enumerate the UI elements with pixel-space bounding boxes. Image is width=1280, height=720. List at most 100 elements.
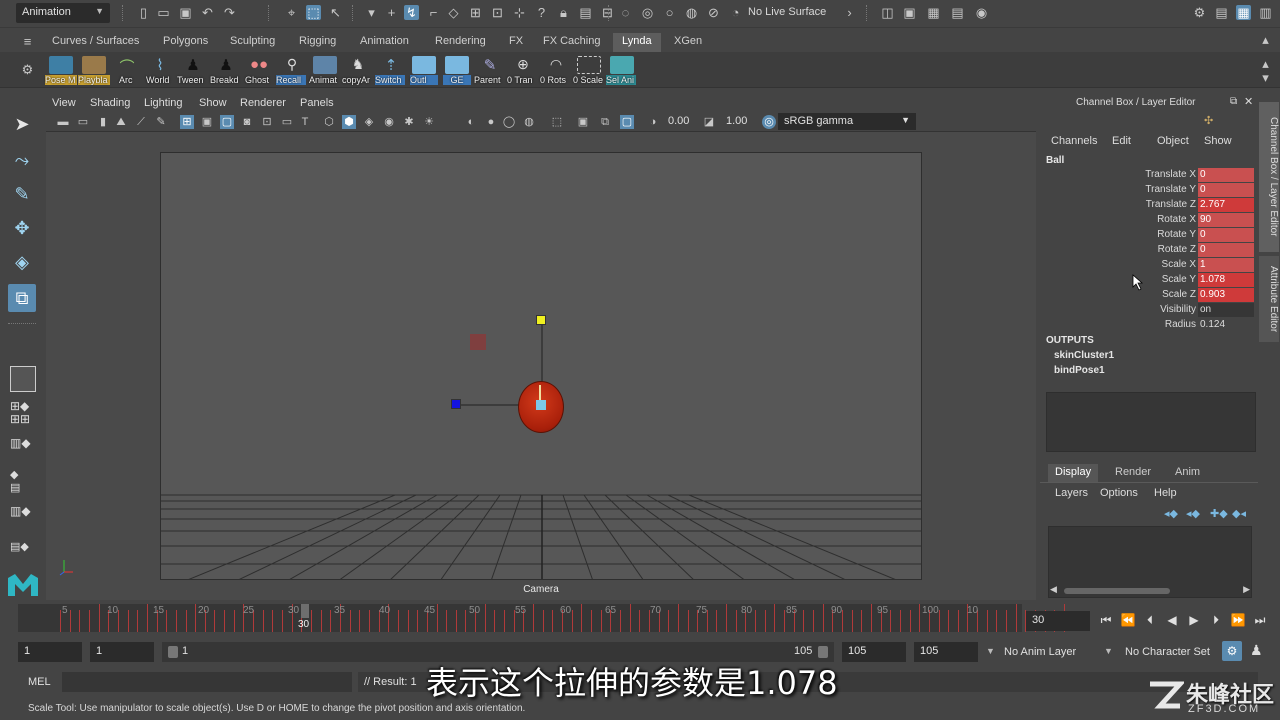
shelf-button-recall[interactable]: ⚲ Recall — [276, 55, 308, 85]
shelf-options-icon[interactable]: ⚙ — [20, 62, 35, 77]
grease-pencil-icon[interactable]: ✎ — [154, 115, 168, 129]
new-scene-icon[interactable]: ▯ — [136, 5, 151, 20]
snap-plane-icon[interactable]: ⊡ — [490, 5, 505, 20]
step-forward-key-icon[interactable]: ⏵ — [1208, 612, 1224, 628]
camera-attributes-icon[interactable]: ▭ — [76, 115, 90, 129]
shelf-button-graph-editor[interactable]: GE — [441, 55, 473, 85]
move-layer-up-icon[interactable]: ◂◆ — [1164, 507, 1178, 520]
render-view-icon[interactable]: ◫ — [880, 5, 895, 20]
gate-mask-icon[interactable]: ◙ — [240, 115, 254, 129]
anim-layer-dropdown[interactable]: No Anim Layer — [1004, 646, 1076, 658]
current-time-marker[interactable] — [301, 604, 309, 618]
smooth-shade-icon[interactable]: ⬢ — [342, 115, 356, 129]
attr-label-scale-z[interactable]: Scale Z — [1040, 289, 1196, 300]
output-node[interactable]: skinCluster1 — [1054, 350, 1114, 361]
shelf-menu-icon[interactable]: ≡ — [20, 34, 35, 49]
resolution-gate-icon[interactable]: ▢ — [220, 115, 234, 129]
playback-end-field[interactable]: 105 — [842, 642, 906, 662]
scale-manipulator-x-handle[interactable] — [451, 399, 461, 409]
playback-start-field[interactable]: 1 — [90, 642, 154, 662]
attribute-editor-toggle-icon[interactable]: ▤ — [1214, 5, 1229, 20]
gamma-value[interactable]: 1.00 — [726, 115, 747, 127]
exposure-value[interactable]: 0.00 — [668, 115, 689, 127]
mel-label[interactable]: MEL — [28, 676, 51, 688]
attr-label-translate-y[interactable]: Translate Y — [1040, 184, 1196, 195]
magnet-icon[interactable]: ⊘ — [706, 5, 721, 20]
attr-value-visibility[interactable]: on — [1198, 303, 1254, 317]
film-gate-icon[interactable]: ▣ — [200, 115, 214, 129]
depth-of-field-icon[interactable]: ◍ — [522, 115, 536, 129]
tab-fx[interactable]: FX — [500, 33, 532, 52]
help-icon[interactable]: ? — [534, 5, 549, 20]
workspace-icon[interactable]: ⚙ — [1192, 5, 1207, 20]
menu-options[interactable]: Options — [1100, 487, 1138, 499]
close-icon[interactable]: ✕ — [1244, 95, 1253, 108]
tab-display[interactable]: Display — [1048, 464, 1099, 482]
safe-action-icon[interactable]: ▭ — [280, 115, 294, 129]
four-pane-layout-icon[interactable]: ⊞◆ ⊞⊞ — [10, 400, 36, 426]
command-input[interactable] — [62, 672, 352, 692]
select-hierarchy-icon[interactable]: ⌖ — [284, 5, 299, 20]
time-slider[interactable]: 5 10 15 20 25 30 35 40 45 50 55 60 65 70 75 80 85 90 95 100… — [18, 604, 1065, 632]
menu-show[interactable]: Show — [199, 97, 227, 109]
color-space-dropdown[interactable]: sRGB gamma ▼ — [778, 113, 916, 130]
history-icon[interactable]: ▤ — [578, 5, 593, 20]
trax-layout-icon[interactable]: ▤◆ — [10, 540, 36, 564]
float-panel-icon[interactable]: ⧉ — [1230, 96, 1237, 107]
attr-label-visibility[interactable]: Visibility — [1040, 304, 1196, 315]
textured-icon[interactable]: ◉ — [382, 115, 396, 129]
chevron-up-icon[interactable]: ▴ — [1258, 32, 1273, 47]
menu-view[interactable]: View — [52, 97, 76, 109]
shelf-button-select-anim[interactable]: Sel Ani — [606, 55, 638, 85]
scale-manipulator-center-handle[interactable] — [536, 400, 546, 410]
channel-box-toggle-icon[interactable]: ▦ — [1236, 5, 1251, 20]
tab-xgen[interactable]: XGen — [665, 33, 711, 52]
attr-value-translate-y[interactable]: 0 — [1198, 183, 1254, 197]
step-forward-frame-icon[interactable]: ⏩ — [1230, 612, 1246, 628]
attr-label-rotate-z[interactable]: Rotate Z — [1040, 244, 1196, 255]
attr-value-translate-x[interactable]: 0 — [1198, 168, 1254, 182]
snap-mid-icon[interactable]: ⊹ — [512, 5, 527, 20]
shelf-button-pose[interactable]: Pose M — [45, 55, 77, 85]
menu-set-dropdown[interactable]: Animation ▼ — [16, 3, 110, 23]
hypershade-layout-icon[interactable]: ▥◆ — [10, 504, 36, 530]
image-plane-icon[interactable]: ⛰ — [114, 115, 128, 129]
chevron-up-icon[interactable]: ▴ — [1258, 56, 1273, 71]
attr-value-rotate-z[interactable]: 0 — [1198, 243, 1254, 257]
range-start-handle[interactable] — [168, 646, 178, 658]
attr-label-rotate-y[interactable]: Rotate Y — [1040, 229, 1196, 240]
preferences-icon[interactable]: ♟ — [1250, 642, 1263, 659]
chevron-down-icon[interactable]: ▾ — [1258, 70, 1273, 85]
go-to-end-icon[interactable]: ⏭ — [1252, 612, 1268, 628]
menu-help[interactable]: Help — [1154, 487, 1177, 499]
tool-settings-toggle-icon[interactable]: ▥ — [1258, 5, 1273, 20]
menu-renderer[interactable]: Renderer — [240, 97, 286, 109]
hypershade-icon[interactable]: ◉ — [974, 5, 989, 20]
current-frame-field[interactable]: 30 — [1026, 611, 1090, 631]
wireframe-icon[interactable]: ⬡ — [322, 115, 336, 129]
play-forwards-icon[interactable]: ▶ — [1186, 612, 1202, 628]
select-component-icon[interactable]: ↖ — [328, 5, 343, 20]
layer-list-scrollbar[interactable]: ◀ ▶ — [1050, 584, 1250, 596]
live-surface-icon[interactable]: ◔ — [728, 5, 743, 20]
undo-icon[interactable]: ↶ — [200, 5, 215, 20]
shelf-button-animate[interactable]: Animat — [309, 55, 341, 85]
range-end-handle[interactable] — [818, 646, 828, 658]
shelf-button-arc[interactable]: ⌒ Arc — [111, 55, 143, 85]
tab-sculpting[interactable]: Sculpting — [221, 33, 284, 52]
bookmark-icon[interactable]: ▮ — [96, 115, 110, 129]
select-tool-icon[interactable]: ➤ — [8, 110, 36, 138]
chevron-right-icon[interactable]: › — [842, 5, 857, 20]
field-chart-icon[interactable]: ⊡ — [260, 115, 274, 129]
menu-layers[interactable]: Layers — [1055, 487, 1088, 499]
snap-curve-icon[interactable]: ↯ — [404, 5, 419, 20]
rotate-tool-icon[interactable]: ◈ — [8, 248, 36, 276]
object-name[interactable]: Ball — [1046, 155, 1064, 166]
shelf-button-zero-translate[interactable]: ⊕ 0 Tran — [507, 55, 539, 85]
shelf-button-world[interactable]: ⌇ World — [144, 55, 176, 85]
shelf-button-ghost[interactable]: ●● Ghost — [243, 55, 275, 85]
lasso-icon[interactable]: ◌ — [618, 5, 633, 20]
viewport[interactable]: Camera — [46, 132, 1036, 600]
menu-shading[interactable]: Shading — [90, 97, 130, 109]
chevron-down-icon[interactable]: ▼ — [986, 646, 995, 656]
